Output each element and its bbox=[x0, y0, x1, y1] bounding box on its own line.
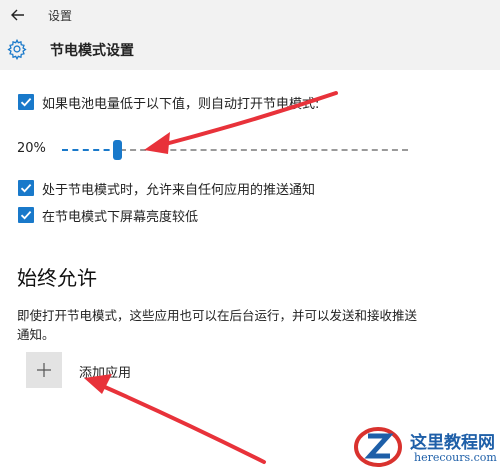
always-allow-heading: 始终允许 bbox=[17, 266, 97, 290]
threshold-value: 20% bbox=[17, 141, 46, 156]
auto-battery-saver-label: 如果电池电量低于以下值，则自动打开节电模式: bbox=[42, 97, 320, 112]
slider-thumb[interactable] bbox=[113, 140, 122, 160]
checkmark-icon bbox=[20, 97, 32, 107]
add-app-label: 添加应用 bbox=[79, 366, 132, 381]
lower-brightness-label: 在节电模式下屏幕亮度较低 bbox=[42, 210, 199, 225]
arrow-to-add-app-icon bbox=[84, 374, 266, 464]
watermark-logo-icon bbox=[354, 427, 402, 467]
always-allow-description: 即使打开节电模式，这些应用也可以在后台运行，并可以发送和接收推送通知。 bbox=[17, 308, 418, 342]
page-title: 节电模式设置 bbox=[50, 43, 134, 59]
title-bar: 设置 bbox=[0, 0, 500, 30]
checkmark-icon bbox=[20, 210, 32, 220]
arrow-left-icon bbox=[11, 9, 24, 21]
annotation-arrows bbox=[84, 91, 338, 464]
add-app-button[interactable] bbox=[26, 352, 62, 388]
auto-battery-saver-checkbox[interactable] bbox=[18, 94, 34, 110]
window-title: 设置 bbox=[48, 9, 73, 23]
plus-icon bbox=[37, 363, 51, 377]
battery-threshold-slider[interactable] bbox=[62, 139, 408, 161]
page-header: 节电模式设置 bbox=[0, 30, 500, 70]
gear-icon bbox=[7, 38, 27, 60]
allow-push-notifications-checkbox[interactable] bbox=[18, 180, 34, 196]
back-button[interactable] bbox=[0, 0, 36, 30]
slider-track-empty bbox=[120, 149, 408, 151]
allow-push-notifications-label: 处于节电模式时，允许来自任何应用的推送通知 bbox=[42, 183, 316, 198]
checkmark-icon bbox=[20, 183, 32, 193]
watermark-name: 这里教程网 bbox=[410, 433, 495, 453]
lower-brightness-checkbox[interactable] bbox=[18, 207, 34, 223]
slider-track-filled bbox=[62, 149, 120, 151]
watermark-url: herecours.com bbox=[414, 451, 497, 464]
